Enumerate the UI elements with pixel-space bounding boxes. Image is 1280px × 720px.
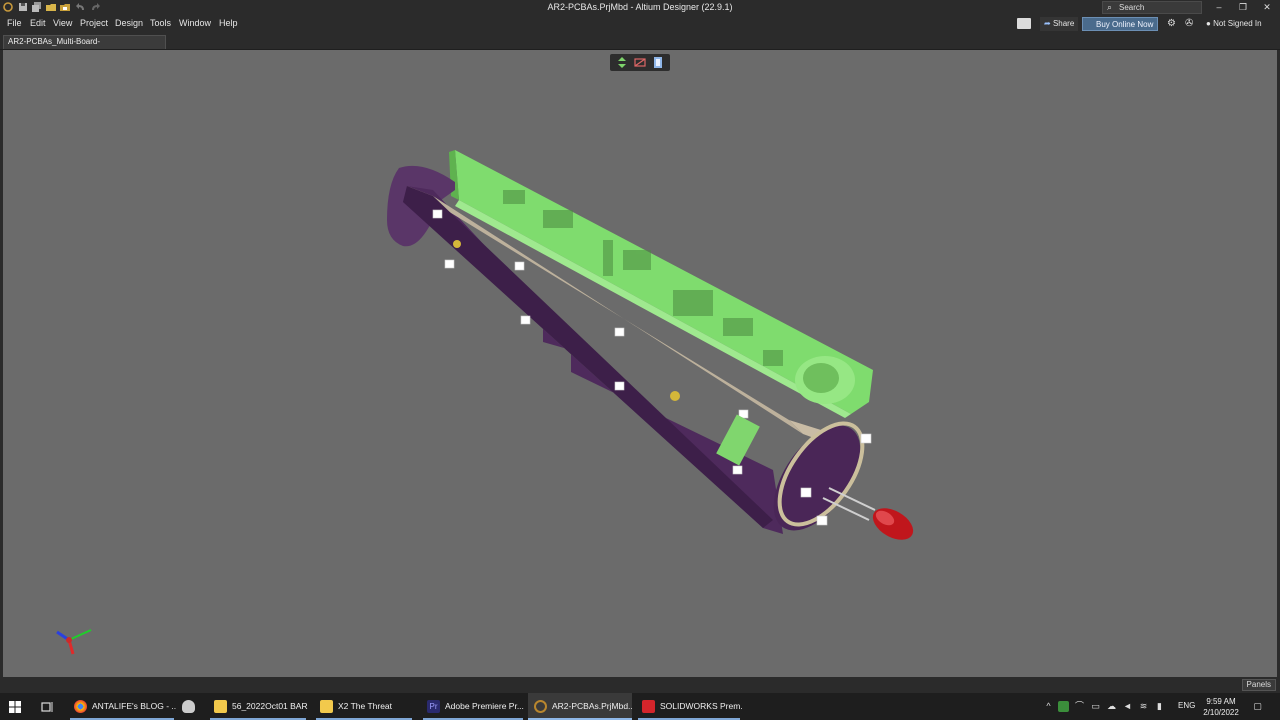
chevron-up-icon[interactable]: ^	[1043, 701, 1054, 712]
cloud-icon[interactable]: ☁	[1106, 701, 1117, 712]
menu-view-label: View	[53, 18, 73, 28]
volume-icon[interactable]: ◄	[1122, 701, 1133, 712]
user-account-button[interactable]: ● Not Signed In	[1204, 17, 1278, 31]
taskbar-item-chrome[interactable]: ANTALIFE's BLOG - ...	[68, 693, 176, 720]
extensions-icon[interactable]: ✇	[1185, 18, 1193, 29]
notification-center-icon[interactable]: ▢	[1252, 701, 1263, 712]
taskbar-label: AR2-PCBAs.PrjMbd...	[552, 701, 632, 711]
share-button[interactable]: ➦ Share	[1040, 17, 1078, 31]
windows-taskbar: ANTALIFE's BLOG - ... 56_2022Oct01 BAR..…	[0, 693, 1280, 720]
taskbar-item-premiere[interactable]: Pr Adobe Premiere Pr...	[421, 693, 525, 720]
folder-icon	[214, 700, 227, 713]
panels-button[interactable]: Panels	[1241, 679, 1276, 691]
search-input[interactable]: ⌕ Search	[1102, 1, 1202, 14]
user-icon: ●	[1206, 19, 1211, 28]
premiere-icon: Pr	[427, 700, 440, 713]
minimize-button[interactable]: –	[1207, 0, 1231, 15]
menu-project-label: Project	[80, 18, 109, 28]
solidworks-icon	[642, 700, 655, 713]
window-title: AR2-PCBAs.PrjMbd - Altium Designer (22.9…	[547, 2, 733, 12]
menu-edit[interactable]: Edit	[30, 18, 46, 28]
menu-file[interactable]: File	[7, 18, 22, 28]
board-assembly-render[interactable]	[3, 50, 1277, 677]
battery-icon[interactable]: ▮	[1154, 701, 1165, 712]
clock-time: 9:59 AM	[1206, 697, 1236, 706]
clock-date: 2/10/2022	[1203, 708, 1239, 717]
title-bar: AR2-PCBAs.PrjMbd - Altium Designer (22.9…	[0, 0, 1280, 15]
task-view-icon[interactable]	[41, 701, 53, 715]
menu-edit-label: Edit	[30, 18, 46, 28]
menu-project[interactable]: Project	[80, 18, 108, 28]
display-icon[interactable]: ▭	[1090, 701, 1101, 712]
taskbar-item-folder-2[interactable]: X2 The Threat	[314, 693, 414, 720]
clock[interactable]: 9:59 AM 2/10/2022	[1199, 696, 1243, 718]
menu-design[interactable]: Design	[115, 18, 143, 28]
taskbar-label: SOLIDWORKS Prem...	[660, 701, 742, 711]
windows-start-icon[interactable]	[9, 701, 21, 715]
taskbar-item-altium[interactable]: AR2-PCBAs.PrjMbd...	[528, 693, 632, 720]
notifications-icon[interactable]	[1017, 18, 1031, 29]
document-tab-strip: AR2-PCBAs_Multi-Board-Assembly.MbaDoc	[0, 33, 1280, 58]
menu-view[interactable]: View	[53, 18, 72, 28]
maximize-button[interactable]: ❐	[1231, 0, 1255, 15]
taskbar-label: Adobe Premiere Pr...	[445, 701, 524, 711]
tray-app-icon[interactable]	[1058, 701, 1069, 712]
axis-gizmo	[56, 629, 92, 655]
app-mask-icon	[182, 700, 195, 713]
status-bar: Panels	[0, 677, 1280, 693]
menu-window[interactable]: Window	[179, 18, 211, 28]
gear-icon[interactable]: ⚙	[1167, 18, 1176, 29]
altium-icon	[534, 700, 547, 713]
folder-icon	[320, 700, 333, 713]
menu-file-label: File	[7, 18, 22, 28]
buy-online-button[interactable]: Buy Online Now	[1082, 17, 1158, 31]
share-label: Share	[1052, 19, 1075, 28]
search-icon: ⌕	[1107, 2, 1113, 12]
menu-tools[interactable]: Tools	[150, 18, 171, 28]
menu-design-label: Design	[115, 18, 144, 28]
taskbar-item-solidworks[interactable]: SOLIDWORKS Prem...	[636, 693, 742, 720]
tab-multi-board-assembly[interactable]: AR2-PCBAs_Multi-Board-Assembly.MbaDoc	[3, 35, 166, 58]
taskbar-item-app[interactable]	[178, 693, 200, 720]
menu-window-label: Window	[179, 18, 212, 28]
share-icon: ➦	[1044, 19, 1051, 28]
search-placeholder: Search	[1119, 3, 1145, 12]
language-indicator[interactable]: ENG	[1178, 701, 1195, 710]
user-label: Not Signed In	[1213, 19, 1262, 28]
taskbar-label: ANTALIFE's BLOG - ...	[92, 701, 176, 711]
3d-viewport[interactable]	[3, 50, 1277, 677]
taskbar-label: X2 The Threat	[338, 701, 393, 711]
menu-help-label: Help	[219, 18, 238, 28]
chrome-icon	[74, 700, 87, 713]
taskbar-label: 56_2022Oct01 BAR...	[232, 701, 308, 711]
menu-bar: File Edit View Project Design Tools Wind…	[0, 15, 1280, 33]
taskbar-item-folder-1[interactable]: 56_2022Oct01 BAR...	[208, 693, 308, 720]
close-button[interactable]: ✕	[1255, 0, 1279, 15]
menu-tools-label: Tools	[150, 18, 172, 28]
buy-label: Buy Online Now	[1096, 20, 1154, 29]
network-app-icon[interactable]: ⌒	[1074, 701, 1085, 712]
wifi-icon[interactable]: ≋	[1138, 701, 1149, 712]
menu-help[interactable]: Help	[219, 18, 238, 28]
